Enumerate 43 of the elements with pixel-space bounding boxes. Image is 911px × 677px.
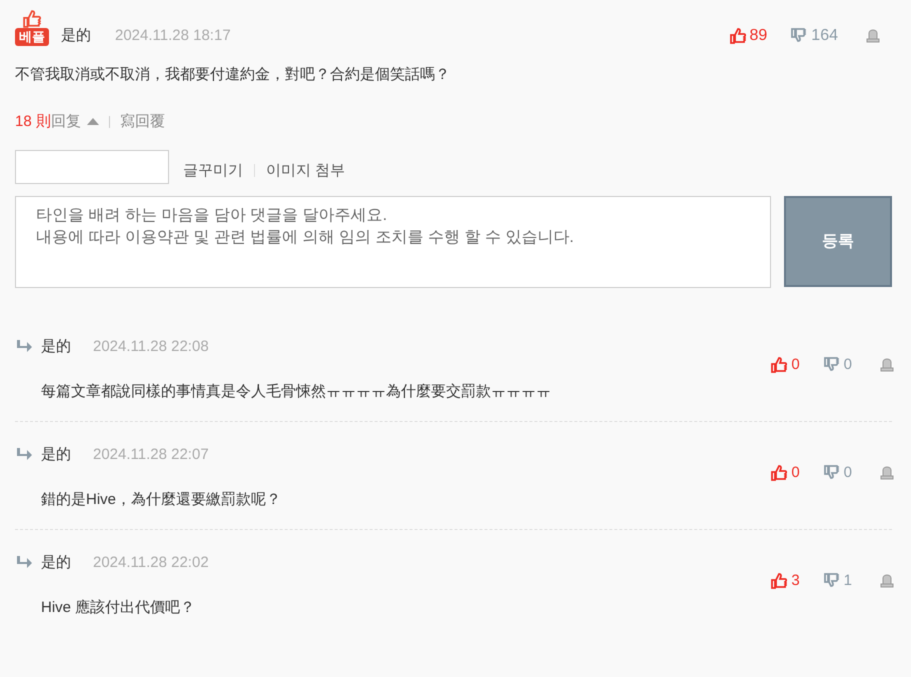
author-name: 是的 [41,553,71,573]
dislike-count[interactable]: 0 [844,462,852,484]
like-count[interactable]: 89 [750,24,768,48]
editor-tool[interactable]: 이미지 첨부 [266,160,346,182]
dislike-count[interactable]: 0 [844,354,852,376]
reply-date: 2024.11.28 22:07 [93,445,209,465]
thumbs-down-icon [791,28,808,44]
thumbs-up-icon [730,28,746,44]
reply-text: 錯的是Hive，為什麼還要繳罰款呢？ [41,490,282,510]
comment-date: 2024.11.28 18:17 [115,26,231,46]
reply-date: 2024.11.28 22:02 [93,553,209,573]
siren-icon[interactable] [880,466,894,480]
reply-arrow-icon [15,556,33,570]
siren-icon[interactable] [880,358,894,372]
like-count[interactable]: 3 [791,570,800,592]
reply-arrow-icon [15,448,33,462]
reply-text: 每篇文章都說同樣的事情真是令人毛骨悚然ㅠㅠㅠㅠ為什麼要交罰款ㅠㅠㅠㅠ [41,382,552,402]
write-reply-link[interactable]: 寫回覆 [120,110,165,133]
dislike-count[interactable]: 164 [811,24,838,48]
thumbs-up-icon [23,10,41,28]
thumbs-down-icon [824,357,840,374]
reply-arrow-icon [15,340,33,354]
thumbs-up-icon [771,465,788,482]
submit-button[interactable]: 등록 [784,196,892,287]
thumbs-down-icon [824,573,840,590]
comment-input[interactable]: 타인을 배려 하는 마음을 담아 댓글을 달아주세요. 내용에 따라 이용약관 및 관련 법률에 의해 임의 조치를 수행 할 수 있습니다. [15,196,772,288]
like-count[interactable]: 0 [791,354,800,376]
dislike-count[interactable]: 1 [844,570,852,592]
thumbs-up-icon [771,573,788,590]
thumbs-down-icon [824,465,840,482]
author-name: 是的 [41,337,71,357]
siren-icon[interactable] [880,574,894,588]
reply-toggle[interactable]: 18 則回复 [15,110,99,133]
reply-date: 2024.11.28 22:08 [93,337,209,357]
author-name: 是的 [61,26,91,46]
editor-tool[interactable]: 글꾸미기 [183,160,243,182]
comment-text: 不管我取消或不取消，我都要付違約金，對吧？合約是個笑話嗎？ [15,65,451,85]
input-field[interactable] [15,150,169,184]
author-name: 是的 [41,445,71,465]
thumbs-up-icon [771,357,788,374]
like-count[interactable]: 0 [791,462,800,484]
reply-text: Hive 應該付出代價吧？ [41,598,196,618]
siren-icon[interactable] [866,29,880,43]
